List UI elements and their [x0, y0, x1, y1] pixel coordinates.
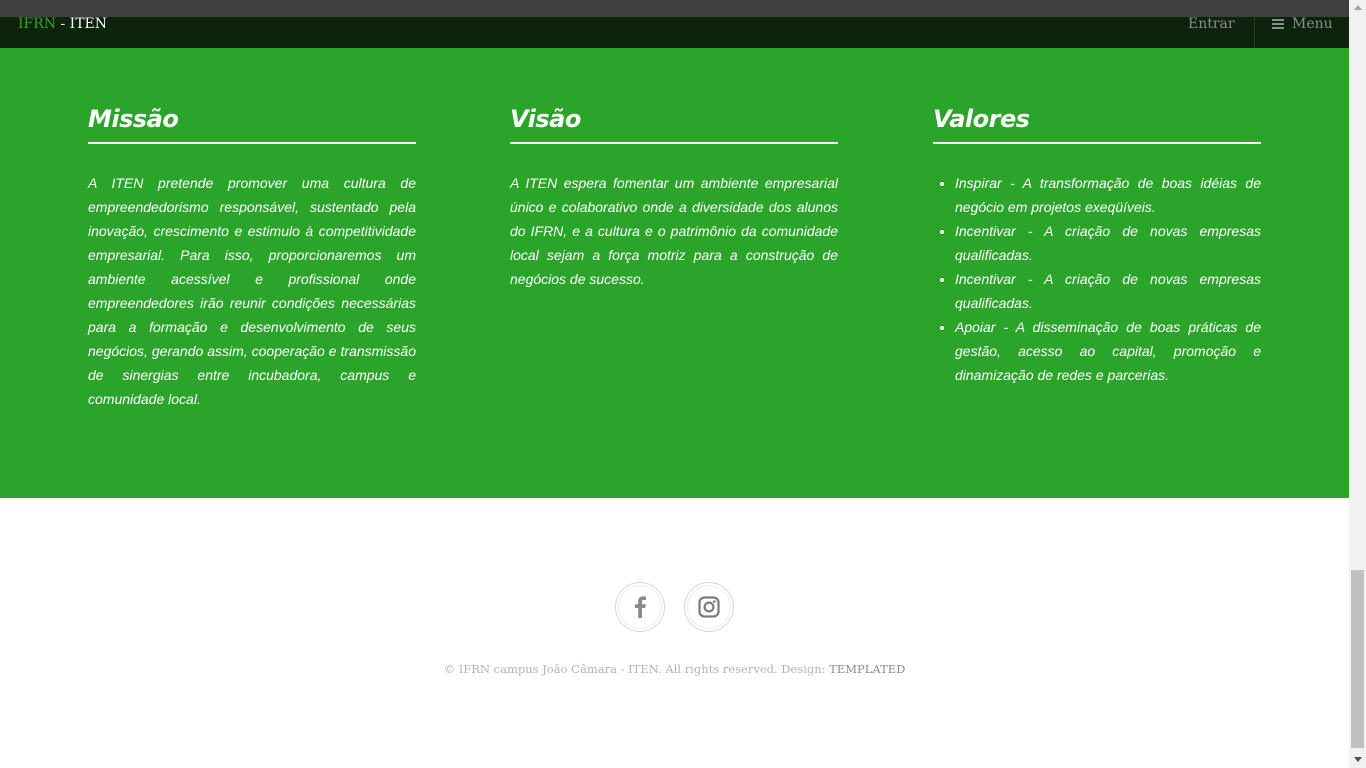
nav-divider: [1254, 17, 1255, 48]
valores-title: Valores: [933, 104, 1261, 144]
valores-item: Apoiar - A disseminação de boas práticas…: [955, 315, 1261, 387]
site-header: IFRN - ITEN Entrar Menu: [0, 15, 1349, 48]
valores-list: Inspirar - A transformação de boas idéia…: [933, 171, 1261, 387]
valores-item: Incentivar - A criação de novas empresas…: [955, 219, 1261, 267]
instagram-link[interactable]: [684, 582, 734, 632]
missao-title: Missão: [88, 104, 416, 144]
visao-text: A ITEN espera fomentar um ambiente empre…: [510, 175, 838, 287]
scroll-down-arrow-icon[interactable]: [1354, 757, 1362, 762]
scrollbar-thumb[interactable]: [1351, 570, 1364, 748]
browser-top-strip: [0, 0, 1349, 17]
valores-column: Valores Inspirar - A transformação de bo…: [933, 104, 1261, 387]
missao-column: Missão A ITEN pretende promover uma cult…: [88, 104, 416, 411]
copyright-text: © IFRN campus João Câmara - ITEN. All ri…: [443, 662, 830, 676]
templated-link[interactable]: TEMPLATED: [829, 662, 905, 676]
site-logo[interactable]: IFRN - ITEN: [18, 15, 107, 33]
missao-text: A ITEN pretende promover uma cultura de …: [88, 175, 416, 407]
menu-button[interactable]: Menu: [1272, 15, 1333, 33]
logo-suffix: - ITEN: [56, 16, 108, 32]
valores-item: Inspirar - A transformação de boas idéia…: [955, 171, 1261, 219]
visao-column: Visão A ITEN espera fomentar um ambiente…: [510, 104, 838, 291]
facebook-link[interactable]: [615, 582, 665, 632]
page-scrollbar[interactable]: [1349, 0, 1366, 768]
footer-copyright: © IFRN campus João Câmara - ITEN. All ri…: [0, 662, 1349, 676]
instagram-icon: [698, 596, 720, 618]
login-link[interactable]: Entrar: [1188, 15, 1235, 33]
mission-vision-values-section: Missão A ITEN pretende promover uma cult…: [0, 48, 1349, 498]
facebook-icon: [635, 596, 646, 618]
menu-label: Menu: [1292, 16, 1333, 32]
scroll-up-arrow-icon[interactable]: [1354, 5, 1362, 10]
visao-title: Visão: [510, 104, 838, 144]
logo-brand: IFRN: [18, 16, 57, 32]
valores-item: Incentivar - A criação de novas empresas…: [955, 267, 1261, 315]
hamburger-icon: [1272, 19, 1284, 29]
